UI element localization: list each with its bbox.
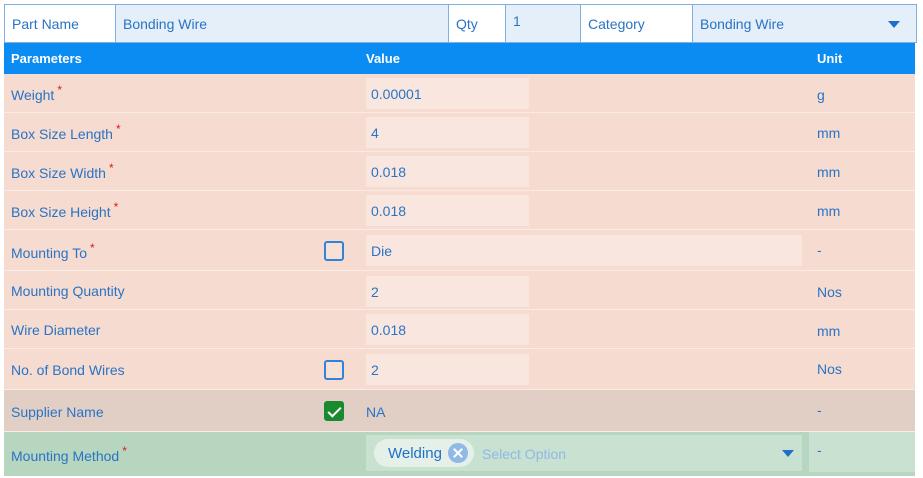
category-select[interactable]: Bonding Wire xyxy=(693,5,916,42)
table-header: Parameters Value Unit xyxy=(4,43,915,74)
table-row: No. of Bond Wires 2 Nos xyxy=(4,349,915,390)
remove-chip-icon[interactable] xyxy=(448,443,468,463)
table-row: Mounting To * Die - xyxy=(4,230,915,271)
row-unit: - xyxy=(817,402,822,418)
supplier-name-value: NA xyxy=(366,404,386,420)
selected-option-chip: Welding xyxy=(374,439,474,467)
row-unit: g xyxy=(817,87,825,103)
part-name-label: Part Name xyxy=(5,5,116,42)
qty-label: Qty xyxy=(449,5,506,42)
row-unit: - xyxy=(817,442,822,458)
qty-field[interactable]: 1 xyxy=(506,5,581,42)
row-label-wire-diameter: Wire Diameter xyxy=(11,322,101,338)
box-size-height-input[interactable]: 0.018 xyxy=(366,195,529,226)
chip-label: Welding xyxy=(388,445,442,462)
row-label-box-size-length: Box Size Length * xyxy=(11,122,121,142)
part-name-field[interactable]: Bonding Wire xyxy=(116,5,449,42)
column-header-unit: Unit xyxy=(817,51,843,66)
row-unit: mm xyxy=(817,125,841,141)
chevron-down-icon[interactable] xyxy=(782,450,794,457)
row-unit: mm xyxy=(817,323,841,339)
row-label-mounting-quantity: Mounting Quantity xyxy=(11,283,125,299)
no-of-bond-wires-checkbox[interactable] xyxy=(324,360,344,380)
row-label-box-size-height: Box Size Height * xyxy=(11,200,119,220)
row-label-box-size-width: Box Size Width * xyxy=(11,161,114,181)
table-row: Mounting Quantity 2 Nos xyxy=(4,271,915,310)
parameters-form: Part Name Bonding Wire Qty 1 Category Bo… xyxy=(0,0,923,478)
table-row: Box Size Height * 0.018 mm xyxy=(4,191,915,230)
table-row: Box Size Width * 0.018 mm xyxy=(4,152,915,191)
box-size-length-input[interactable]: 4 xyxy=(366,117,529,148)
select-placeholder: Select Option xyxy=(482,446,567,462)
row-label-mounting-to: Mounting To * xyxy=(11,241,95,261)
table-row: Weight * 0.00001 g xyxy=(4,74,915,113)
box-size-width-input[interactable]: 0.018 xyxy=(366,156,529,187)
row-unit: - xyxy=(817,242,822,258)
row-unit: Nos xyxy=(817,361,842,377)
table-row: Supplier Name NA - xyxy=(4,390,915,432)
column-header-parameters: Parameters xyxy=(11,51,82,66)
row-unit: mm xyxy=(817,203,841,219)
table-row: Mounting Method * Welding Select Option - xyxy=(4,432,915,476)
wire-diameter-input[interactable]: 0.018 xyxy=(366,314,529,345)
mounting-quantity-input[interactable]: 2 xyxy=(366,276,529,307)
row-label-supplier-name: Supplier Name xyxy=(11,404,104,420)
row-unit: Nos xyxy=(817,284,842,300)
weight-input[interactable]: 0.00001 xyxy=(366,78,529,109)
mounting-method-select[interactable]: Welding Select Option xyxy=(366,435,802,471)
chevron-down-icon xyxy=(888,21,900,28)
row-label-weight: Weight * xyxy=(11,83,62,103)
part-header: Part Name Bonding Wire Qty 1 Category Bo… xyxy=(4,4,917,43)
mounting-to-input[interactable]: Die xyxy=(366,235,802,266)
row-label-mounting-method: Mounting Method * xyxy=(11,444,127,464)
mounting-method-unit: - xyxy=(809,432,915,472)
row-unit: mm xyxy=(817,164,841,180)
no-of-bond-wires-input[interactable]: 2 xyxy=(366,354,529,385)
column-header-value: Value xyxy=(366,51,400,66)
mounting-to-checkbox[interactable] xyxy=(324,241,344,261)
supplier-name-checkbox[interactable] xyxy=(324,401,344,421)
category-value: Bonding Wire xyxy=(700,15,785,32)
row-label-no-of-bond-wires: No. of Bond Wires xyxy=(11,362,125,378)
table-row: Box Size Length * 4 mm xyxy=(4,113,915,152)
table-row: Wire Diameter 0.018 mm xyxy=(4,310,915,349)
category-label: Category xyxy=(581,5,693,42)
